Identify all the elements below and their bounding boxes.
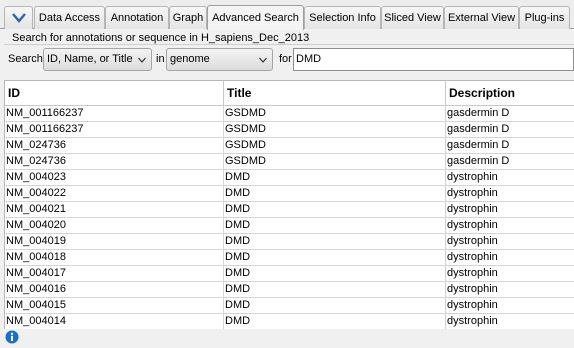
table-row[interactable]: NM_004023 DMD dystrophin — [5, 170, 574, 186]
cell-description: dystrophin — [447, 283, 498, 295]
cell-id: NM_024736 — [5, 154, 224, 170]
in-label: in — [156, 53, 165, 65]
search-type-select[interactable]: ID, Name, or Title — [43, 48, 152, 71]
tab-graph[interactable]: Graph — [169, 6, 207, 29]
cell-description: gasdermin D — [447, 155, 510, 167]
table-row[interactable]: NM_001166237 GSDMD gasdermin D — [5, 122, 574, 138]
search-label: Search — [8, 53, 43, 65]
cell-title: DMD — [224, 218, 446, 234]
results-table: ID Title Description NM_001166237 GSDMD ga… — [4, 80, 574, 329]
chevron-down-icon — [11, 13, 26, 23]
table-row[interactable]: NM_004015 DMD dystrophin — [5, 298, 574, 314]
for-label: for — [279, 53, 292, 65]
cell-id: NM_004018 — [5, 250, 224, 266]
table-row[interactable]: NM_024736 GSDMD gasdermin D — [5, 138, 574, 154]
cell-title: GSDMD — [224, 154, 446, 170]
tab-plug-ins[interactable]: Plug-ins — [519, 6, 570, 29]
column-header-description[interactable]: Description — [446, 81, 574, 106]
cell-title: DMD — [224, 202, 446, 218]
cell-description: dystrophin — [447, 171, 498, 183]
cell-title: DMD — [224, 282, 446, 298]
table-row[interactable]: NM_001166237 GSDMD gasdermin D — [5, 106, 574, 122]
cell-title: DMD — [224, 314, 446, 329]
search-input[interactable]: DMD — [293, 48, 574, 71]
column-header-id[interactable]: ID — [5, 81, 224, 106]
cell-title: DMD — [224, 234, 446, 250]
cell-id: NM_004020 — [5, 218, 224, 234]
table-row[interactable]: NM_004019 DMD dystrophin — [5, 234, 574, 250]
cell-id: NM_004022 — [5, 186, 224, 202]
tab-advanced-search[interactable]: Advanced Search — [207, 5, 304, 30]
tab-annotation[interactable]: Annotation — [105, 6, 169, 29]
cell-title: GSDMD — [224, 106, 446, 122]
collapse-tabs-button[interactable] — [4, 6, 33, 29]
table-row[interactable]: NM_004020 DMD dystrophin — [5, 218, 574, 234]
cell-description: dystrophin — [447, 187, 498, 199]
status-bar — [0, 329, 574, 348]
cell-description: dystrophin — [447, 267, 498, 279]
table-row[interactable]: NM_004018 DMD dystrophin — [5, 250, 574, 266]
column-header-title[interactable]: Title — [224, 81, 446, 106]
cell-id: NM_024736 — [5, 138, 224, 154]
table-body: NM_001166237 GSDMD gasdermin D NM_001166237… — [5, 106, 574, 329]
cell-id: NM_004017 — [5, 266, 224, 282]
cell-id: NM_004019 — [5, 234, 224, 250]
search-panel-title: Search for annotations or sequence in H_… — [12, 32, 310, 44]
cell-id: NM_004015 — [5, 298, 224, 314]
cell-description: gasdermin D — [447, 107, 510, 119]
cell-id: NM_004023 — [5, 170, 224, 186]
cell-id: NM_004014 — [5, 314, 224, 329]
search-type-value: ID, Name, or Title — [47, 53, 133, 65]
cell-description: dystrophin — [447, 299, 498, 311]
table-row[interactable]: NM_024736 GSDMD gasdermin D — [5, 154, 574, 170]
cell-description: gasdermin D — [447, 139, 510, 151]
cell-id: NM_004021 — [5, 202, 224, 218]
cell-title: DMD — [224, 266, 446, 282]
cell-title: DMD — [224, 170, 446, 186]
cell-description: gasdermin D — [447, 123, 510, 135]
table-row[interactable]: NM_004021 DMD dystrophin — [5, 202, 574, 218]
cell-description: dystrophin — [447, 251, 498, 263]
table-row[interactable]: NM_004016 DMD dystrophin — [5, 282, 574, 298]
panel-divider — [4, 44, 574, 45]
search-scope-select[interactable]: genome — [166, 48, 273, 71]
cell-description: dystrophin — [447, 315, 498, 327]
tab-external-view[interactable]: External View — [444, 6, 519, 29]
cell-title: GSDMD — [224, 122, 446, 138]
cell-id: NM_001166237 — [5, 106, 224, 122]
table-row[interactable]: NM_004017 DMD dystrophin — [5, 266, 574, 282]
search-scope-value: genome — [170, 53, 210, 65]
cell-title: DMD — [224, 186, 446, 202]
table-row[interactable]: NM_004022 DMD dystrophin — [5, 186, 574, 202]
tab-data-access[interactable]: Data Access — [34, 6, 105, 29]
tab-sliced-view[interactable]: Sliced View — [381, 6, 444, 29]
cell-title: GSDMD — [224, 138, 446, 154]
cell-description: dystrophin — [447, 203, 498, 215]
tab-bar: Data Access Annotation Graph Advanced Se… — [0, 0, 574, 30]
info-icon[interactable] — [5, 330, 19, 344]
chevron-down-icon — [138, 57, 146, 63]
cell-description: dystrophin — [447, 235, 498, 247]
cell-id: NM_001166237 — [5, 122, 224, 138]
cell-title: DMD — [224, 250, 446, 266]
cell-description: dystrophin — [447, 219, 498, 231]
table-row[interactable]: NM_004014 DMD dystrophin — [5, 314, 574, 329]
table-header: ID Title Description — [5, 81, 574, 106]
chevron-down-icon — [259, 57, 267, 63]
tab-selection-info[interactable]: Selection Info — [304, 6, 381, 29]
cell-id: NM_004016 — [5, 282, 224, 298]
cell-title: DMD — [224, 298, 446, 314]
